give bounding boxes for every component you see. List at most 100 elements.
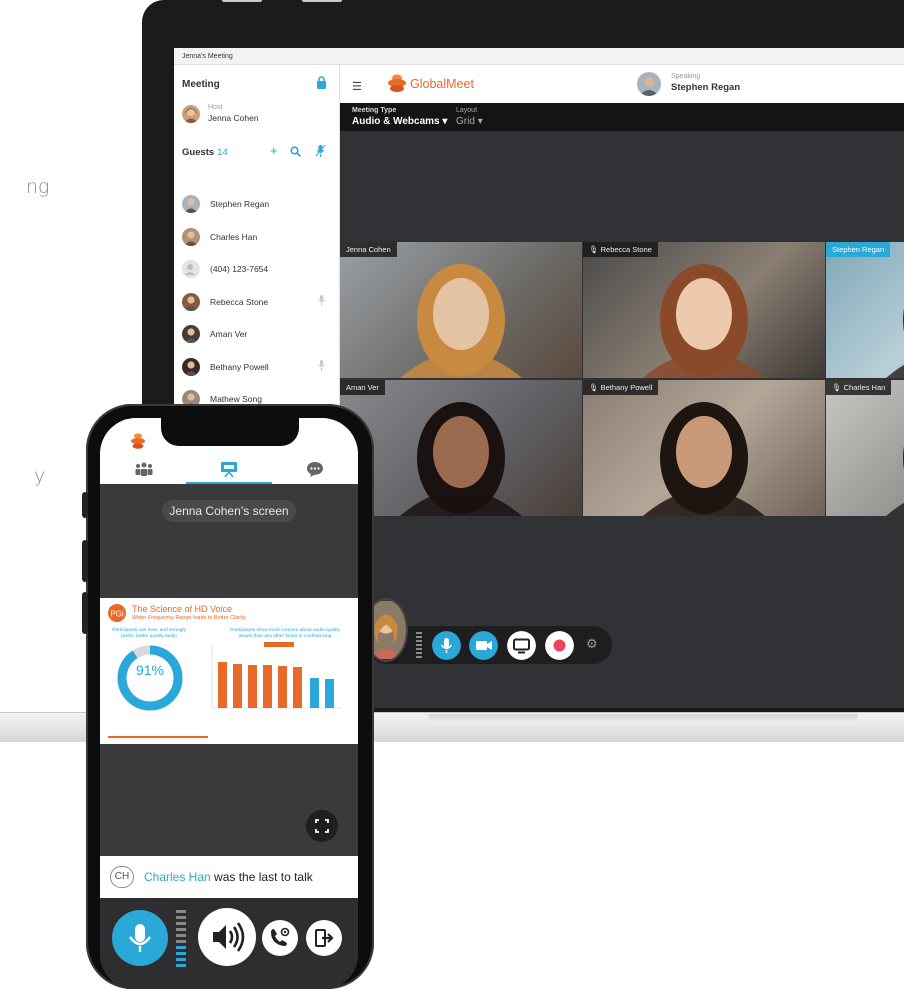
video-tile[interactable]: Stephen Regan xyxy=(826,242,904,378)
guest-row[interactable]: Rebecca Stone xyxy=(182,292,332,325)
participant-video xyxy=(400,264,522,378)
slide-subtitle: Wider Frequency Range leads to Better Cl… xyxy=(132,615,246,621)
pgi-logo-icon: PGi xyxy=(108,604,126,622)
tile-name: Aman Ver xyxy=(346,383,379,392)
tile-name: Rebecca Stone xyxy=(600,245,652,254)
brand-name: GlobalMeet xyxy=(410,77,474,91)
record-button[interactable] xyxy=(545,631,574,660)
brand-part-b: Meet xyxy=(446,77,474,91)
tile-name: Charles Han xyxy=(843,383,886,392)
guest-avatar xyxy=(182,292,200,311)
video-grid: Jenna Cohen 🎙︎ Rebecca Stone Stephen Regan… xyxy=(340,242,904,516)
participant-video xyxy=(400,402,522,516)
shared-slide[interactable]: PGi The Science of HD Voice Wider Freque… xyxy=(100,598,358,744)
tile-label: Stephen Regan xyxy=(826,242,891,257)
last-talker-suffix: was the last to talk xyxy=(214,870,313,884)
tile-label: Aman Ver xyxy=(340,380,385,395)
tab-presentation[interactable] xyxy=(186,456,272,484)
last-talker-name: Charles Han xyxy=(144,870,211,884)
host-role: Host xyxy=(208,104,223,111)
video-tile[interactable]: 🎙︎ Rebecca Stone xyxy=(583,242,825,378)
tile-label: 🎙︎ Bethany Powell xyxy=(583,380,659,395)
donut-stat: 91% xyxy=(135,662,165,678)
guest-row[interactable]: (404) 123-7654 xyxy=(182,260,332,292)
menu-icon[interactable]: ☰ xyxy=(352,80,362,93)
meeting-type-dropdown[interactable]: Audio & Webcams ▾ xyxy=(352,116,447,127)
participant-video xyxy=(886,308,904,378)
slide-title: The Science of HD Voice xyxy=(132,604,233,614)
layout-value: Grid xyxy=(456,116,475,127)
phone-side-button xyxy=(82,540,88,582)
speaking-label: Speaking xyxy=(671,73,701,80)
tab-participants[interactable] xyxy=(100,456,186,484)
last-talker-text: Charles Han was the last to talk xyxy=(144,870,313,884)
tile-label: 🎙︎ Charles Han xyxy=(826,380,892,395)
meeting-meta-bar: Meeting Type Audio & Webcams ▾ Layout Gr… xyxy=(340,103,904,131)
call-settings-button[interactable] xyxy=(262,920,298,956)
slide-left-text: Participants can hear, and strongly pref… xyxy=(112,628,186,639)
marketing-composite: ng y Jenna's Meeting Meeting Host Jenna … xyxy=(0,0,904,989)
tile-label: Jenna Cohen xyxy=(340,242,397,257)
guests-heading: Guests 14 xyxy=(182,147,228,158)
muted-mic-icon: 🎙︎ xyxy=(832,383,844,392)
host-avatar xyxy=(182,105,200,123)
chat-icon xyxy=(307,462,323,477)
video-tile[interactable]: 🎙︎ Bethany Powell xyxy=(583,380,825,516)
tile-name: Jenna Cohen xyxy=(346,245,391,254)
layout-dropdown[interactable]: Grid ▾ xyxy=(456,116,483,127)
video-tile[interactable]: Aman Ver xyxy=(340,380,582,516)
window-title: Jenna's Meeting xyxy=(174,48,904,65)
shared-screen-label: Jenna Cohen’s screen xyxy=(162,500,296,522)
app-header: ☰ GlobalMeet Speaking Stephen Regan xyxy=(340,65,904,103)
guest-name: Mathew Song xyxy=(210,394,262,404)
phone-side-button xyxy=(82,492,88,518)
video-tile[interactable]: Jenna Cohen xyxy=(340,242,582,378)
guests-count: 14 xyxy=(217,147,228,158)
add-guest-icon[interactable]: + xyxy=(270,144,278,158)
leave-call-button[interactable] xyxy=(306,920,342,956)
globalmeet-logo-icon xyxy=(131,433,145,449)
guest-name: Stephen Regan xyxy=(210,199,270,209)
guest-name: Charles Han xyxy=(210,231,258,242)
mobile-tab-bar xyxy=(100,418,358,484)
search-icon[interactable] xyxy=(290,146,301,157)
guest-row[interactable]: Charles Han xyxy=(182,227,332,260)
marketing-text-fragment: y xyxy=(34,465,46,487)
mobile-audio-level-meter xyxy=(176,910,186,967)
guest-row[interactable]: Aman Ver xyxy=(182,325,332,357)
mobile-call-controls xyxy=(100,898,358,989)
muted-mic-icon xyxy=(318,359,325,371)
camera-button[interactable] xyxy=(469,631,498,660)
settings-icon[interactable]: ⚙ xyxy=(586,636,598,652)
guest-avatar xyxy=(182,195,200,213)
tile-label: 🎙︎ Rebecca Stone xyxy=(583,242,658,257)
bar-chart xyxy=(211,642,342,709)
speaker-button[interactable] xyxy=(198,908,256,966)
guest-row[interactable]: Stephen Regan xyxy=(182,195,332,227)
phone-side-button xyxy=(82,592,88,634)
speaking-name: Stephen Regan xyxy=(671,82,741,93)
video-tile[interactable]: 🎙︎ Charles Han xyxy=(826,380,904,516)
mobile-mic-button[interactable] xyxy=(112,910,168,966)
meeting-type-value: Audio & Webcams xyxy=(352,116,440,127)
participant-video xyxy=(643,402,765,516)
last-talker-bar: CH Charles Han was the last to talk xyxy=(100,856,358,898)
slide-footer-rule xyxy=(108,736,208,738)
fullscreen-button[interactable] xyxy=(306,810,338,842)
talker-initials-badge: CH xyxy=(110,866,134,888)
chevron-down-icon: ▾ xyxy=(442,116,448,127)
phone-notch xyxy=(161,418,299,446)
speaker-avatar xyxy=(637,72,661,96)
tile-name: Bethany Powell xyxy=(600,383,653,392)
donut-chart xyxy=(117,645,183,711)
layout-label: Layout xyxy=(456,107,478,114)
guest-avatar xyxy=(182,357,200,376)
guest-row[interactable]: Bethany Powell xyxy=(182,357,332,390)
host-name: Jenna Cohen xyxy=(208,113,259,123)
lock-icon[interactable] xyxy=(316,76,327,89)
host-row: Host Jenna Cohen xyxy=(182,103,332,133)
mic-button[interactable] xyxy=(432,631,461,660)
screen-share-button[interactable] xyxy=(507,631,536,660)
mute-all-icon[interactable] xyxy=(316,145,325,157)
tab-chat[interactable] xyxy=(272,456,358,484)
